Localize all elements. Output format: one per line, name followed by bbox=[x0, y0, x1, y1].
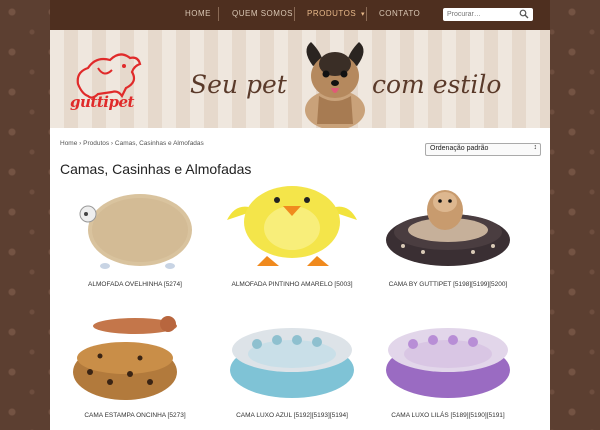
top-navigation: HOME QUEM SOMOS PRODUTOS ▾ CONTATO bbox=[50, 0, 550, 30]
product-name[interactable]: ALMOFADA OVELHINHA [5274] bbox=[60, 281, 210, 288]
product-image-blue-bed[interactable] bbox=[217, 312, 367, 402]
header-banner: guttipet Seu pet com estilo bbox=[50, 30, 550, 128]
product-name[interactable]: CAMA ESTAMPA ONCINHA [5273] bbox=[60, 412, 210, 419]
nav-separator bbox=[294, 7, 295, 21]
slogan-left: Seu pet bbox=[190, 70, 287, 99]
product-image-sheep-pillow[interactable] bbox=[60, 180, 210, 270]
yorkshire-dog-image bbox=[305, 42, 365, 128]
product-image-lilac-bed[interactable] bbox=[373, 312, 523, 402]
sort-selected-value: Ordenação padrão bbox=[430, 145, 489, 152]
product-image-leopard-bed[interactable] bbox=[60, 312, 210, 402]
nav-produtos[interactable]: PRODUTOS ▾ bbox=[307, 9, 365, 18]
product-image-guttipet-bed[interactable] bbox=[373, 180, 523, 270]
search-box bbox=[443, 8, 533, 21]
chevron-down-icon: ▾ bbox=[360, 11, 365, 18]
slogan-right: com estilo bbox=[372, 70, 502, 99]
logo-text: guttipet bbox=[70, 93, 134, 111]
nav-separator bbox=[366, 7, 367, 21]
page-title: Camas, Casinhas e Almofadas bbox=[60, 161, 252, 177]
sort-select[interactable]: Ordenação padrão ↕ bbox=[425, 143, 541, 156]
search-icon[interactable] bbox=[519, 9, 529, 19]
search-input[interactable] bbox=[447, 9, 517, 20]
page-container: HOME QUEM SOMOS PRODUTOS ▾ CONTATO gutti… bbox=[50, 0, 550, 430]
product-name[interactable]: CAMA LUXO LILÁS [5189][5190][5191] bbox=[373, 412, 523, 419]
product-image-chick-pillow[interactable] bbox=[217, 180, 367, 270]
nav-quem-somos[interactable]: QUEM SOMOS bbox=[232, 9, 293, 18]
product-name[interactable]: CAMA BY GUTTIPET [5198][5199][5200] bbox=[373, 281, 523, 288]
nav-home[interactable]: HOME bbox=[185, 9, 211, 18]
nav-produtos-label: PRODUTOS bbox=[307, 9, 357, 18]
product-name[interactable]: CAMA LUXO AZUL [5192][5193][5194] bbox=[217, 412, 367, 419]
nav-contato[interactable]: CONTATO bbox=[379, 9, 420, 18]
product-name[interactable]: ALMOFADA PINTINHO AMARELO [5003] bbox=[217, 281, 367, 288]
select-arrows-icon: ↕ bbox=[533, 144, 538, 151]
breadcrumb[interactable]: Home › Produtos › Camas, Casinhas e Almo… bbox=[60, 140, 204, 147]
nav-separator bbox=[218, 7, 219, 21]
